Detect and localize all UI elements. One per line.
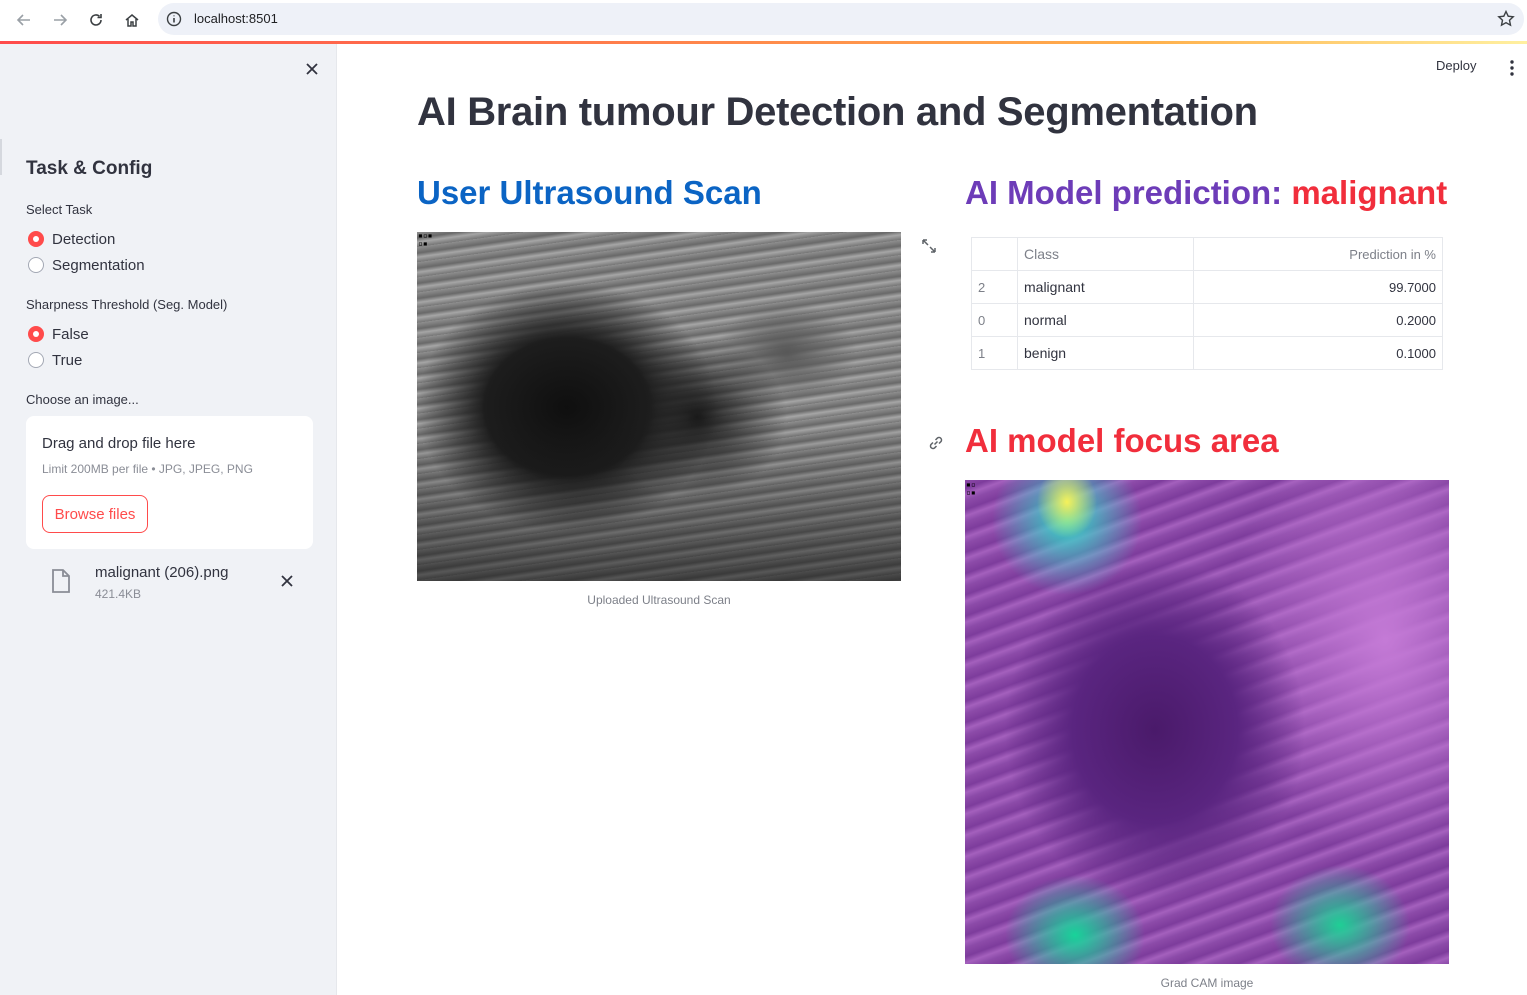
home-button[interactable] bbox=[120, 8, 144, 32]
table-cell-index: 1 bbox=[971, 336, 1018, 370]
prediction-heading: AI Model prediction: malignant bbox=[965, 174, 1447, 212]
dropzone-instructions: Drag and drop file here bbox=[42, 435, 196, 452]
info-icon[interactable] bbox=[166, 11, 182, 27]
image-corner-mark: ▪▫ ▫▪ bbox=[966, 480, 976, 497]
table-cell-prediction: 99.7000 bbox=[1193, 270, 1443, 304]
arrow-left-icon bbox=[16, 14, 30, 26]
table-row: 1 benign 0.1000 bbox=[971, 336, 1443, 370]
back-button[interactable] bbox=[12, 8, 36, 32]
prediction-heading-label: AI Model prediction: bbox=[965, 174, 1283, 211]
table-header-index bbox=[971, 237, 1018, 271]
table-cell-class: benign bbox=[1017, 336, 1194, 370]
table-cell-class: normal bbox=[1017, 303, 1194, 337]
reload-button[interactable] bbox=[84, 8, 108, 32]
radio-label: False bbox=[52, 325, 89, 343]
table-header-prediction: Prediction in % bbox=[1193, 237, 1443, 271]
table-row: 2 malignant 99.7000 bbox=[971, 270, 1443, 304]
table-header-class: Class bbox=[1017, 237, 1194, 271]
close-icon[interactable] bbox=[277, 571, 297, 591]
table-cell-prediction: 0.1000 bbox=[1193, 336, 1443, 370]
scan-heading: User Ultrasound Scan bbox=[417, 174, 762, 211]
table-cell-class: malignant bbox=[1017, 270, 1194, 304]
arrow-right-icon bbox=[54, 14, 68, 26]
url-text[interactable]: localhost:8501 bbox=[194, 11, 278, 26]
radio-selected-indicator bbox=[28, 231, 44, 247]
gradcam-caption: Grad CAM image bbox=[1160, 976, 1254, 990]
gradcam-image bbox=[965, 480, 1449, 964]
radio-selected-indicator bbox=[28, 326, 44, 342]
star-icon[interactable] bbox=[1496, 9, 1516, 29]
file-icon bbox=[52, 569, 70, 593]
table-cell-index: 0 bbox=[971, 303, 1018, 337]
browser-toolbar: localhost:8501 bbox=[0, 0, 1527, 40]
image-corner-mark: ▪▫▪ ▫▪ bbox=[418, 231, 433, 248]
reload-icon bbox=[90, 14, 102, 26]
radio-false[interactable]: False bbox=[28, 324, 89, 344]
table-row: 0 normal 0.2000 bbox=[971, 303, 1443, 337]
sharpness-threshold-label: Sharpness Threshold (Seg. Model) bbox=[26, 297, 228, 312]
close-icon[interactable] bbox=[302, 59, 322, 79]
radio-label: Segmentation bbox=[52, 256, 145, 274]
radio-true[interactable]: True bbox=[28, 350, 82, 370]
forward-button[interactable] bbox=[48, 8, 72, 32]
sidebar-resize-handle[interactable] bbox=[0, 139, 2, 175]
uploaded-file: malignant (206).png 421.4KB bbox=[26, 556, 313, 606]
kebab-menu-icon[interactable] bbox=[1506, 58, 1518, 78]
dropzone-limit: Limit 200MB per file • JPG, JPEG, PNG bbox=[42, 462, 253, 476]
home-icon bbox=[125, 14, 139, 27]
radio-label: True bbox=[52, 351, 83, 369]
expand-icon[interactable] bbox=[920, 237, 938, 255]
file-dropzone[interactable]: Drag and drop file here Limit 200MB per … bbox=[26, 416, 313, 549]
table-header-row: Class Prediction in % bbox=[971, 237, 1443, 271]
radio-indicator bbox=[28, 257, 44, 273]
file-name: malignant (206).png bbox=[95, 564, 229, 581]
prediction-table: Class Prediction in % 2 malignant 99.700… bbox=[971, 237, 1443, 370]
ultrasound-scan-image bbox=[417, 232, 901, 581]
sidebar: Task & Config Select Task Detection Segm… bbox=[0, 44, 337, 995]
table-cell-index: 2 bbox=[971, 270, 1018, 304]
browse-files-button[interactable]: Browse files bbox=[42, 495, 148, 533]
page-title: AI Brain tumour Detection and Segmentati… bbox=[417, 90, 1258, 134]
link-icon[interactable] bbox=[927, 434, 945, 452]
file-size: 421.4KB bbox=[95, 587, 142, 601]
address-bar[interactable]: localhost:8501 bbox=[158, 3, 1524, 35]
uploader-label: Choose an image... bbox=[26, 392, 139, 407]
radio-detection[interactable]: Detection bbox=[28, 229, 115, 249]
radio-segmentation[interactable]: Segmentation bbox=[28, 255, 145, 275]
radio-label: Detection bbox=[52, 230, 116, 248]
deploy-button[interactable]: Deploy bbox=[1436, 58, 1476, 73]
radio-indicator bbox=[28, 352, 44, 368]
sidebar-title: Task & Config bbox=[26, 158, 153, 179]
focus-area-heading: AI model focus area bbox=[965, 422, 1279, 459]
scan-caption: Uploaded Ultrasound Scan bbox=[587, 593, 731, 607]
select-task-label: Select Task bbox=[26, 202, 93, 217]
table-cell-prediction: 0.2000 bbox=[1193, 303, 1443, 337]
prediction-heading-value: malignant bbox=[1291, 174, 1448, 211]
